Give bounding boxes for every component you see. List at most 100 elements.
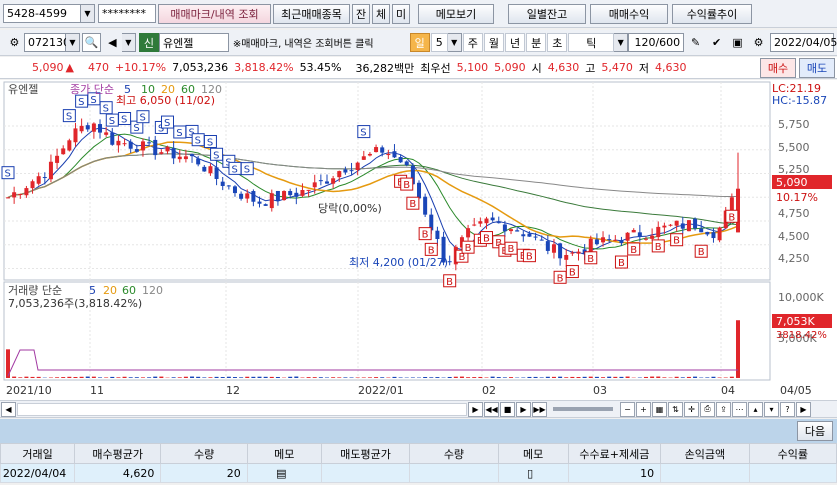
candle-body [625, 232, 630, 241]
candle-body [693, 218, 698, 229]
volume-bar [190, 376, 195, 378]
candle-body [417, 182, 422, 199]
export-icon[interactable]: ⇪ [716, 401, 731, 417]
price-volume-chart[interactable]: SSSSSSSSSSSSSSSSSSSSBBBBBBBBBBBBBBBBBBBB… [0, 80, 837, 400]
date-field[interactable]: 2022/04/05 [770, 33, 837, 52]
volume-bar [686, 376, 691, 378]
price-tick: 4,500 [778, 230, 810, 243]
crosshair-icon[interactable]: ✛ [684, 401, 699, 417]
candle-body [312, 182, 317, 188]
volume-bar [545, 376, 550, 378]
current-price-tag-text: 5,090 [776, 176, 808, 189]
collapse-icon[interactable]: ▴ [748, 401, 763, 417]
candle-body [147, 142, 152, 144]
table-row[interactable]: 2022/04/04 4,620 20 ▤ ▯ 10 [0, 463, 837, 483]
period-minute-chip[interactable]: 분 [526, 33, 547, 52]
candle-body [361, 156, 366, 160]
trade-history-table: 거래일 매수평균가 수량 메모 매도평균가 수량 메모 수수료+제세금 손익금액… [0, 443, 837, 483]
period-week-chip[interactable]: 주 [462, 33, 483, 52]
volume-bar [643, 376, 648, 378]
account-dropdown-icon[interactable]: ▼ [81, 4, 95, 23]
grid-icon[interactable]: ▦ [652, 401, 667, 417]
period-count-dropdown-icon[interactable]: ▼ [447, 33, 462, 52]
period-tick-chip[interactable]: 틱 [568, 33, 615, 52]
chart-area[interactable]: SSSSSSSSSSSSSSSSSSSSBBBBBBBBBBBBBBBBBBBB… [0, 80, 837, 400]
x-label: 11 [90, 384, 104, 397]
volume-bar [539, 377, 544, 378]
stock-code-dropdown-icon[interactable]: ▼ [65, 33, 80, 52]
save-icon[interactable]: ▣ [728, 33, 747, 52]
more-icon[interactable]: ⋯ [732, 401, 747, 417]
tools-icon[interactable]: ✎ [686, 33, 705, 52]
volume-bar [374, 377, 379, 378]
settings-pin-icon[interactable]: ⚙ [5, 33, 24, 52]
buy-button[interactable]: 매수 [760, 58, 796, 78]
zoom-slider[interactable] [553, 407, 613, 411]
help-icon[interactable]: ? [780, 401, 795, 417]
trade-profit-button[interactable]: 매매수익 [590, 3, 668, 24]
chart-scroll-bar[interactable]: ◀ ▶ ◀◀ ■ ▶ ▶▶ − + ▦ ⇅ ✛ ⎙ ⇪ ⋯ ▴ ▾ ? ▶ [0, 400, 837, 418]
play-icon[interactable]: ▶ [516, 401, 531, 417]
search-icon[interactable]: 🔍 [81, 33, 101, 52]
unfilled-button[interactable]: 미 [392, 3, 410, 24]
speaker-dropdown-icon[interactable]: ▼ [121, 33, 136, 52]
count-display[interactable]: 120/600 [628, 33, 685, 52]
daily-balance-button[interactable]: 일별잔고 [508, 3, 586, 24]
memo-icon[interactable]: ▯ [497, 463, 569, 483]
executed-button[interactable]: 체 [372, 3, 390, 24]
volume-bar [367, 377, 372, 378]
check-icon[interactable]: ✔ [707, 33, 726, 52]
return-trend-button[interactable]: 수익률추이 [672, 3, 752, 24]
speaker-icon[interactable]: ◀ [103, 33, 122, 52]
period-second-chip[interactable]: 초 [547, 33, 568, 52]
period-count-chip[interactable]: 5 [430, 33, 448, 52]
price-tick: 4,250 [778, 252, 810, 265]
candle-body [98, 124, 103, 133]
period-day-chip[interactable]: 일 [409, 33, 430, 52]
print-icon[interactable]: ⎙ [700, 401, 715, 417]
stop-icon[interactable]: ■ [500, 401, 515, 417]
forward-icon[interactable]: ▶▶ [532, 401, 547, 417]
stock-code-input[interactable]: 072130 [23, 33, 70, 52]
candle-body [650, 235, 655, 239]
candle-body [208, 166, 213, 174]
password-field[interactable]: ******** [98, 4, 156, 23]
best-ask-label: 최우선 [420, 61, 451, 75]
trade-mark-query-button[interactable]: 매매마크/내역 조회 [158, 3, 271, 24]
candle-body [601, 237, 606, 243]
sell-marker-label: S [133, 123, 139, 134]
tick-dropdown-icon[interactable]: ▼ [614, 33, 629, 52]
candle-body [588, 238, 593, 253]
scroll-end-icon[interactable]: ▶ [796, 401, 811, 417]
volume-bar [423, 376, 428, 378]
high-label: 고 [585, 61, 596, 75]
volume-bar [208, 377, 213, 378]
account-select[interactable]: 5428-4599 [3, 4, 81, 23]
recent-trades-button[interactable]: 최근매매종목 [273, 3, 350, 24]
balance-button[interactable]: 잔 [352, 3, 370, 24]
candle-body [214, 167, 219, 179]
compare-icon[interactable]: ⇅ [668, 401, 683, 417]
cell-fees: 10 [567, 463, 662, 483]
zoom-in-icon[interactable]: + [636, 401, 651, 417]
volume-bar [392, 376, 397, 378]
candle-body [55, 155, 60, 163]
memo-view-button[interactable]: 메모보기 [418, 3, 494, 24]
sell-button[interactable]: 매도 [799, 58, 835, 78]
low-label: 저 [638, 61, 649, 75]
period-year-chip[interactable]: 년 [504, 33, 526, 52]
scroll-left-icon[interactable]: ◀ [1, 401, 16, 417]
volume-bar [36, 376, 41, 378]
sell-marker-label: S [207, 138, 213, 149]
scroll-track[interactable] [17, 402, 467, 416]
scroll-right-icon[interactable]: ▶ [468, 401, 483, 417]
period-month-chip[interactable]: 월 [483, 33, 504, 52]
buy-marker-label: B [409, 199, 416, 210]
expand-icon[interactable]: ▾ [764, 401, 779, 417]
memo-icon[interactable]: ▤ [246, 463, 322, 483]
volume-bar [306, 377, 311, 378]
gear-icon[interactable]: ⚙ [749, 33, 768, 52]
zoom-out-icon[interactable]: − [620, 401, 635, 417]
next-button[interactable]: 다음 [797, 421, 833, 441]
rewind-icon[interactable]: ◀◀ [484, 401, 499, 417]
